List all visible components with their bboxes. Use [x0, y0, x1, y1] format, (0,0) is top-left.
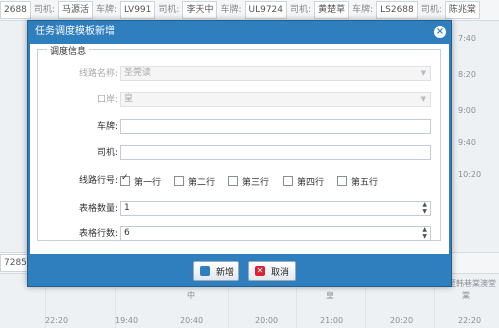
port-value: 皇 [124, 94, 134, 104]
port-row: 口岸: 皇 ▼ [38, 92, 440, 108]
line-option-1[interactable]: 第一行 [120, 173, 161, 189]
route-select: 圣莞读 ▼ [120, 66, 431, 81]
cell-value: 2688 [0, 1, 31, 19]
cancel-button[interactable]: ✕ 取消 [248, 261, 296, 281]
line-option-label: 第五行 [351, 177, 379, 188]
time-label: 21:00 [320, 316, 344, 325]
route-label: 线路名称: [78, 69, 118, 79]
cell-text: 中 [187, 291, 195, 300]
driver-row: 司机: [38, 145, 440, 161]
line-option-label: 第三行 [242, 177, 270, 188]
cell-value: UL9724 [244, 1, 288, 19]
time-label: 20:20 [390, 316, 414, 325]
cell-label: 司机: [290, 5, 312, 15]
line-number-row: 线路行号: 第一行 第二行 第三行 第四行 [38, 173, 440, 189]
cell-value: 陈兆棠 [444, 1, 480, 19]
chevron-down-icon: ▼ [420, 95, 426, 103]
group-legend: 调度信息 [47, 44, 90, 57]
cell-value: LV991 [120, 1, 156, 19]
checkbox-icon[interactable] [174, 176, 184, 186]
route-value: 圣莞读 [124, 68, 152, 78]
cell-label: 车牌: [220, 5, 242, 15]
checkbox-icon[interactable] [228, 176, 238, 186]
table-count-row: 表格数量: 1 ▲ ▼ [38, 201, 440, 217]
cancel-icon: ✕ [255, 266, 265, 276]
time-label: 9:00 [458, 106, 476, 115]
cell-label: 车牌: [95, 5, 118, 15]
port-label: 口岸: [96, 95, 118, 105]
dialog-title: 任务调度模板新增 [35, 26, 115, 37]
dialog-footer: 新增 ✕ 取消 [30, 257, 449, 284]
time-label: 20:40 [180, 316, 204, 325]
cell-label: 司机: [33, 5, 55, 15]
time-label: 20:00 [255, 316, 279, 325]
time-label: 8:20 [458, 70, 476, 79]
cell-value: 李天中 [182, 1, 218, 19]
table-rows-spinner[interactable]: 6 ▲ ▼ [120, 226, 431, 241]
checkbox-checked-icon[interactable] [120, 173, 130, 186]
time-label: 9:40 [458, 138, 476, 147]
add-button-label: 新增 [216, 267, 235, 278]
driver-input[interactable] [120, 145, 431, 160]
save-icon [200, 266, 210, 276]
line-option-label: 第四行 [297, 177, 325, 188]
table-count-value: 1 [124, 203, 130, 213]
checkbox-icon[interactable] [283, 176, 293, 186]
line-number-label: 线路行号: [78, 176, 118, 186]
cell-text: 皇 [326, 291, 334, 300]
cell-text: 棠 [462, 291, 470, 300]
plate-row: 车牌: [38, 119, 440, 135]
plate-input[interactable] [120, 119, 431, 134]
time-label: 22:20 [45, 316, 69, 325]
table-count-spinner[interactable]: 1 ▲ ▼ [120, 201, 431, 216]
line-option-5[interactable]: 第五行 [337, 173, 378, 189]
plate-label: 车牌: [96, 122, 118, 132]
cell-label: 车牌: [352, 5, 374, 15]
time-label: 7:40 [458, 34, 476, 43]
line-option-4[interactable]: 第四行 [283, 173, 324, 189]
checkbox-icon[interactable] [337, 176, 347, 186]
cell-label: 司机: [420, 5, 442, 15]
line-option-label: 第一行 [134, 177, 162, 188]
port-select: 皇 ▼ [120, 92, 431, 107]
cell-value: LS2688 [376, 1, 418, 19]
line-option-label: 第二行 [188, 177, 216, 188]
table-rows-value: 6 [124, 228, 130, 238]
table-rows-label: 表格行数: [78, 229, 118, 239]
line-option-3[interactable]: 第三行 [228, 173, 269, 189]
cell-label: 司机: [158, 5, 180, 15]
cell-value: 黄楚草 [314, 1, 350, 19]
dialog-titlebar[interactable]: 任务调度模板新增 × [28, 21, 451, 43]
dialog-body: 调度信息 线路名称: 圣莞读 ▼ 口岸: 皇 ▼ 车牌: 司机: 线路行号: ✓… [30, 44, 449, 254]
cancel-button-label: 取消 [271, 267, 290, 278]
time-label: 10:20 [458, 170, 482, 179]
close-icon[interactable]: × [434, 26, 446, 38]
dispatch-info-group: 调度信息 线路名称: 圣莞读 ▼ 口岸: 皇 ▼ 车牌: 司机: 线路行号: ✓… [37, 44, 441, 242]
line-option-2[interactable]: 第二行 [174, 173, 215, 189]
template-add-dialog: 任务调度模板新增 × 调度信息 线路名称: 圣莞读 ▼ 口岸: 皇 ▼ 车牌: … [27, 20, 452, 287]
spinner-arrows-icon[interactable]: ▲ ▼ [422, 201, 427, 215]
spinner-arrows-icon[interactable]: ▲ ▼ [422, 226, 427, 240]
table-rows-row: 表格行数: 6 ▲ ▼ [38, 226, 440, 242]
time-label: 22:20 [458, 316, 482, 325]
add-button[interactable]: 新增 [193, 261, 239, 281]
cell-value: 马源活 [57, 1, 93, 19]
chevron-down-icon: ▼ [420, 69, 426, 77]
schedule-header-row: 2688 司机: 马源活 车牌: LV991 司机: 李天中 车牌: UL9724 司机: 黄楚草车… [0, 0, 499, 21]
time-label: 19:40 [115, 316, 139, 325]
table-count-label: 表格数量: [78, 204, 118, 214]
driver-label: 司机: [96, 148, 118, 158]
route-row: 线路名称: 圣莞读 ▼ [38, 66, 440, 82]
